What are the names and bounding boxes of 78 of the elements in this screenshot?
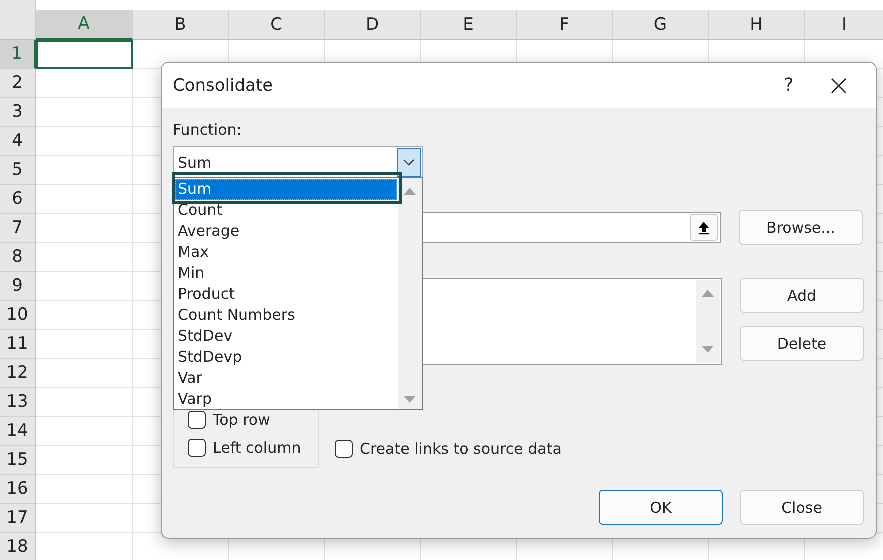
worksheet-cell[interactable] [36,417,133,446]
dropdown-option[interactable]: Product [175,284,397,305]
worksheet-cell[interactable] [36,127,133,156]
worksheet-cell[interactable] [36,359,133,388]
column-header[interactable]: C [229,10,325,40]
worksheet-cell[interactable] [36,156,133,185]
scroll-up-icon[interactable] [404,188,416,195]
row-header[interactable]: 1 [0,40,36,69]
dropdown-option[interactable]: Min [175,263,397,284]
row-header[interactable]: 8 [0,243,36,272]
checkbox[interactable] [188,439,206,457]
row-header[interactable]: 13 [0,388,36,417]
checkbox-label[interactable]: Create links to source data [360,440,562,458]
column-header[interactable]: H [709,10,805,40]
row-header[interactable]: 2 [0,69,36,98]
worksheet-cell[interactable] [36,272,133,301]
worksheet-cell[interactable] [36,504,133,533]
column-header[interactable]: B [133,10,229,40]
dropdown-option[interactable]: Average [175,221,397,242]
dropdown-option[interactable]: Sum [175,179,397,200]
row-header[interactable]: 6 [0,185,36,214]
row-header[interactable]: 9 [0,272,36,301]
row-header[interactable]: 15 [0,446,36,475]
row-header[interactable]: 10 [0,301,36,330]
row-header[interactable]: 14 [0,417,36,446]
browse-button[interactable]: Browse... [739,210,863,245]
function-dropdown-menu[interactable]: Sum Count Average Max Min Product Count Numbers StdDev StdDevp Var Varp [173,177,423,410]
scrollbar[interactable] [398,178,422,409]
worksheet-cell[interactable] [36,69,133,98]
function-label: Function: [173,121,243,141]
chevron-down-icon[interactable] [397,148,421,177]
dropdown-option[interactable]: StdDev [175,326,397,347]
row-header[interactable]: 18 [0,533,36,560]
dropdown-option[interactable]: Count [175,200,397,221]
worksheet-cell[interactable] [36,475,133,504]
row-header[interactable]: 4 [0,127,36,156]
worksheet-cell[interactable] [36,301,133,330]
dropdown-option[interactable]: Varp [175,389,397,410]
checkbox-label[interactable]: Left column [213,439,302,457]
row-header[interactable]: 17 [0,504,36,533]
row-header[interactable]: 3 [0,98,36,127]
checkbox[interactable] [188,411,206,429]
dropdown-option[interactable]: Max [175,242,397,263]
row-header[interactable]: 11 [0,330,36,359]
scroll-down-icon[interactable] [404,396,416,403]
column-header[interactable]: G [613,10,709,40]
worksheet-cell[interactable] [36,330,133,359]
dropdown-option[interactable]: Count Numbers [175,305,397,326]
dropdown-option[interactable]: Var [175,368,397,389]
column-header[interactable]: D [325,10,421,40]
worksheet-cell[interactable] [36,446,133,475]
close-button[interactable]: Close [740,490,864,525]
worksheet-cell[interactable] [36,243,133,272]
worksheet-cell[interactable] [36,214,133,243]
worksheet-cell[interactable] [36,185,133,214]
dropdown-option[interactable]: StdDevp [175,347,397,368]
row-header[interactable]: 7 [0,214,36,243]
checkbox-label[interactable]: Top row [213,411,270,429]
select-all-corner[interactable] [0,0,36,40]
column-header[interactable]: I [805,10,883,40]
scrollbar[interactable] [696,280,720,363]
ok-button[interactable]: OK [599,490,723,525]
row-header[interactable]: 12 [0,359,36,388]
column-header[interactable]: A [36,10,133,40]
worksheet-cell[interactable] [36,98,133,127]
scroll-down-icon[interactable] [702,346,714,353]
worksheet-cell[interactable] [36,388,133,417]
row-header[interactable]: 16 [0,475,36,504]
help-button[interactable]: ? [766,66,812,106]
add-button[interactable]: Add [740,278,864,313]
active-cell[interactable] [36,40,133,69]
row-header[interactable]: 5 [0,156,36,185]
column-header[interactable]: F [517,10,613,40]
scroll-up-icon[interactable] [702,290,714,297]
column-header[interactable]: E [421,10,517,40]
checkbox[interactable] [335,440,353,458]
delete-button[interactable]: Delete [740,326,864,361]
dialog-title: Consolidate [173,76,274,96]
